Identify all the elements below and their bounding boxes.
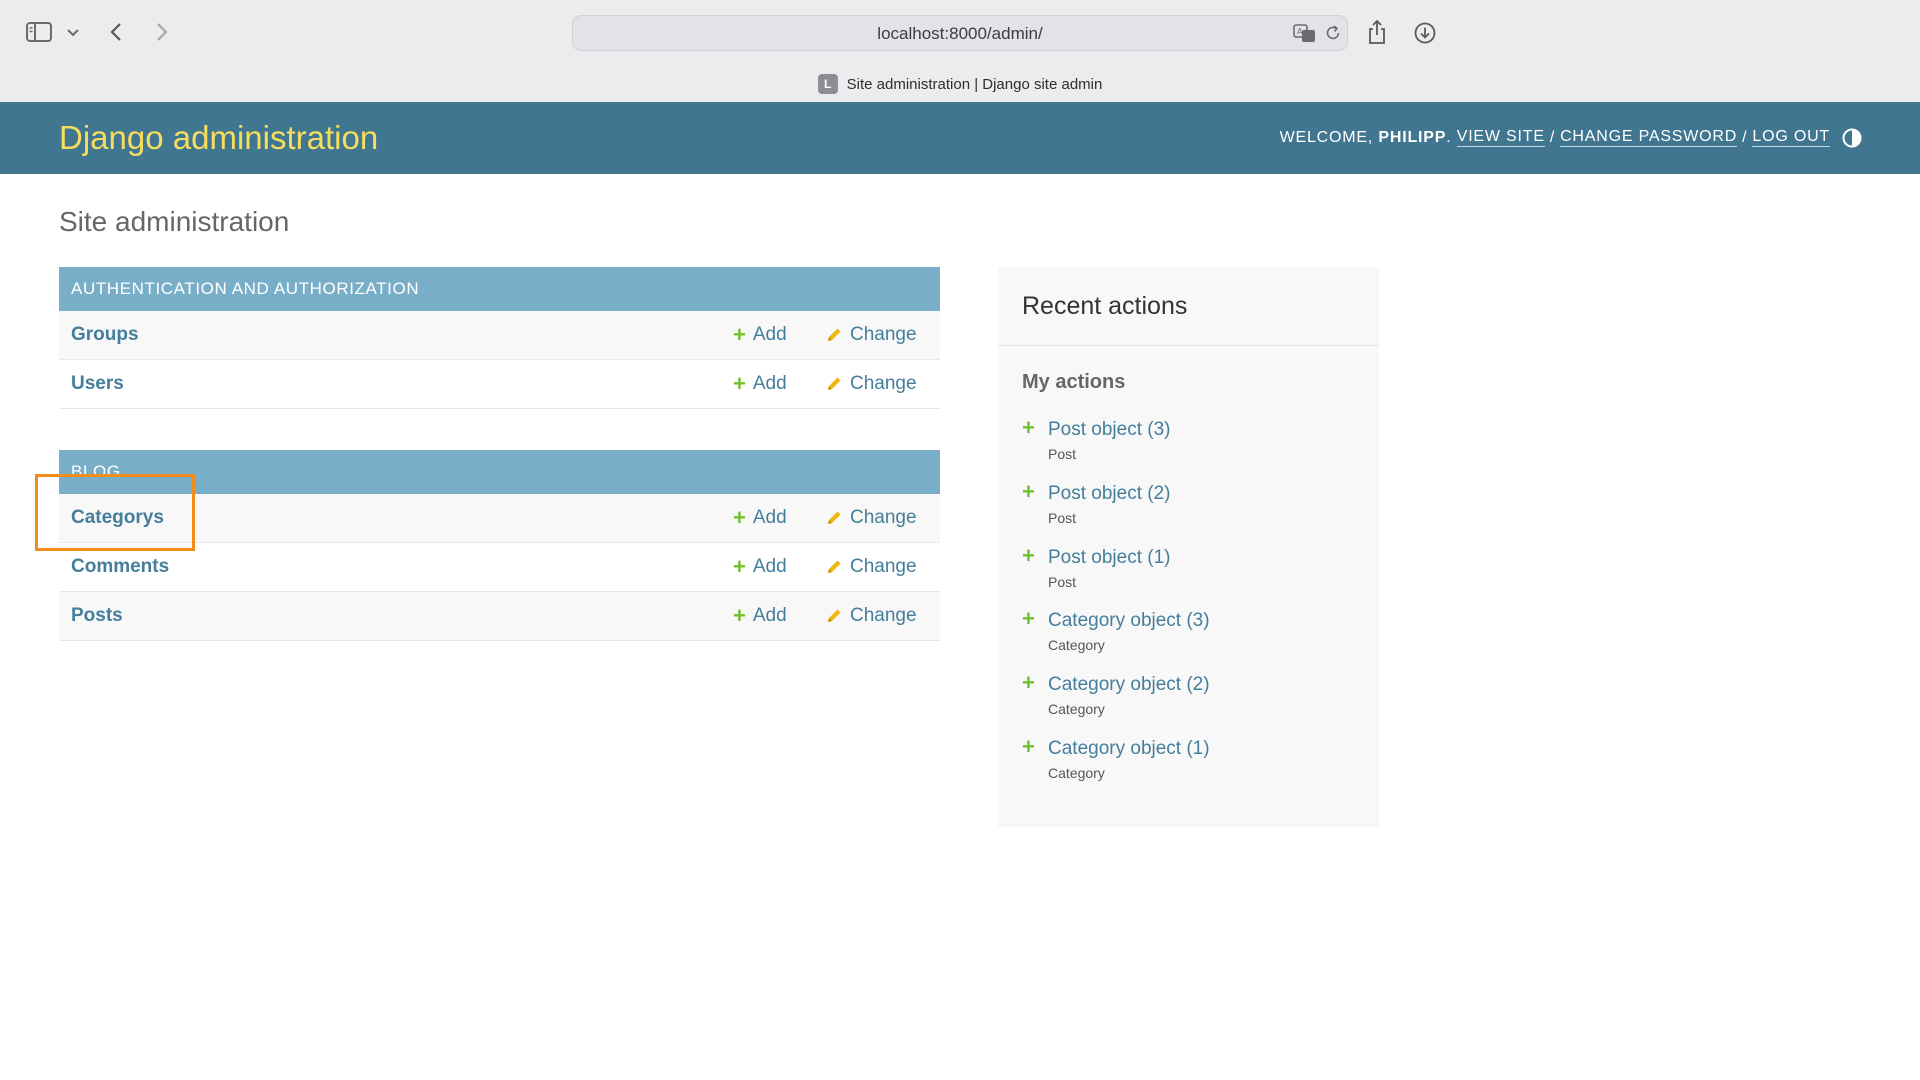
separator: / <box>1742 128 1748 146</box>
change-label: Change <box>850 605 917 626</box>
recent-action-type: Post <box>1048 446 1077 462</box>
add-groups-button[interactable]: + Add <box>733 324 787 346</box>
recent-action-link[interactable]: Post object (2) <box>1048 483 1171 505</box>
favicon-icon: L <box>817 74 838 94</box>
recent-action-link[interactable]: Category object (1) <box>1048 738 1210 760</box>
url-text: localhost:8000/admin/ <box>877 24 1043 43</box>
back-icon[interactable] <box>106 20 126 44</box>
add-users-button[interactable]: + Add <box>733 373 787 395</box>
divider <box>998 345 1379 346</box>
address-bar[interactable]: localhost:8000/admin/ A <box>572 15 1348 51</box>
add-label: Add <box>752 605 787 626</box>
add-icon: + <box>733 505 746 530</box>
username: Philipp <box>1378 128 1447 146</box>
user-tools: Welcome, Philipp. View site / Change pas… <box>1280 128 1830 147</box>
recent-action-link[interactable]: Category object (3) <box>1048 610 1210 632</box>
add-posts-button[interactable]: + Add <box>733 605 787 627</box>
change-label: Change <box>850 556 917 577</box>
addition-icon: + <box>1022 479 1035 504</box>
change-label: Change <box>850 507 917 528</box>
browser-toolbar: localhost:8000/admin/ A L Site administr… <box>0 0 1920 103</box>
recent-action-link[interactable]: Post object (1) <box>1048 547 1171 569</box>
recent-action-type: Category <box>1048 701 1105 717</box>
add-label: Add <box>752 556 787 577</box>
page-title: Site administration <box>59 206 290 237</box>
change-password-link[interactable]: Change password <box>1560 128 1738 147</box>
add-label: Add <box>752 373 787 394</box>
recent-action-link[interactable]: Post object (3) <box>1048 419 1171 441</box>
module-caption[interactable]: Authentication and Authorization <box>59 267 940 311</box>
addition-icon: + <box>1022 415 1035 440</box>
add-categorys-button[interactable]: + Add <box>733 507 787 529</box>
sidebar-icon[interactable] <box>26 20 52 44</box>
recent-action-type: Category <box>1048 637 1105 653</box>
add-icon: + <box>733 322 746 347</box>
change-posts-button[interactable]: Change <box>825 605 917 627</box>
addition-icon: + <box>1022 543 1035 568</box>
reload-icon[interactable] <box>1323 23 1343 43</box>
model-link-groups[interactable]: Groups <box>71 324 139 346</box>
add-icon: + <box>733 603 746 628</box>
change-categorys-button[interactable]: Change <box>825 507 917 529</box>
recent-actions-title: Recent actions <box>1022 292 1188 320</box>
recent-action-link[interactable]: Category object (2) <box>1048 674 1210 696</box>
welcome-text: Welcome, <box>1279 128 1374 146</box>
add-label: Add <box>752 324 787 345</box>
module-auth: Authentication and Authorization Groups … <box>59 267 940 409</box>
addition-icon: + <box>1022 734 1035 759</box>
theme-toggle-icon[interactable] <box>1842 128 1862 148</box>
tab-title-text: Site administration | Django site admin <box>846 75 1103 93</box>
pencil-icon <box>828 560 841 573</box>
add-icon: + <box>733 554 746 579</box>
welcome-period: . <box>1446 128 1452 146</box>
recent-action-type: Category <box>1048 765 1105 781</box>
change-label: Change <box>850 324 917 345</box>
view-site-link[interactable]: View site <box>1456 128 1545 147</box>
log-out-link[interactable]: Log out <box>1752 128 1830 147</box>
site-brand[interactable]: Django administration <box>59 119 378 157</box>
model-row-groups: Groups + Add Change <box>59 311 940 360</box>
model-row-posts: Posts + Add Change <box>59 592 940 641</box>
tab-title[interactable]: L Site administration | Django site admi… <box>0 74 1920 94</box>
change-users-button[interactable]: Change <box>825 373 917 395</box>
translate-icon[interactable]: A <box>1293 22 1317 44</box>
addition-icon: + <box>1022 670 1035 695</box>
model-link-users[interactable]: Users <box>71 373 124 395</box>
recent-actions-panel: Recent actions My actions + Post object … <box>998 267 1379 827</box>
recent-action-type: Post <box>1048 574 1077 590</box>
pencil-icon <box>828 511 841 524</box>
model-link-posts[interactable]: Posts <box>71 605 123 627</box>
change-groups-button[interactable]: Change <box>825 324 917 346</box>
my-actions-heading: My actions <box>1022 371 1126 393</box>
download-icon[interactable] <box>1413 21 1437 45</box>
highlight-annotation-box <box>35 474 195 551</box>
chevron-down-icon[interactable] <box>66 26 80 40</box>
add-comments-button[interactable]: + Add <box>733 556 787 578</box>
change-label: Change <box>850 373 917 394</box>
change-comments-button[interactable]: Change <box>825 556 917 578</box>
add-label: Add <box>752 507 787 528</box>
share-icon[interactable] <box>1365 18 1389 46</box>
addition-icon: + <box>1022 606 1035 631</box>
add-icon: + <box>733 371 746 396</box>
pencil-icon <box>828 328 841 341</box>
recent-action-type: Post <box>1048 510 1077 526</box>
separator: / <box>1549 128 1556 146</box>
forward-icon[interactable] <box>152 20 172 44</box>
admin-header: Django administration Welcome, Philipp. … <box>0 102 1920 174</box>
model-link-comments[interactable]: Comments <box>71 556 169 578</box>
svg-text:A: A <box>1297 27 1303 36</box>
model-row-users: Users + Add Change <box>59 360 940 409</box>
model-list: Groups + Add Change Users + Add Change <box>59 311 940 409</box>
pencil-icon <box>828 377 841 390</box>
pencil-icon <box>828 609 841 622</box>
